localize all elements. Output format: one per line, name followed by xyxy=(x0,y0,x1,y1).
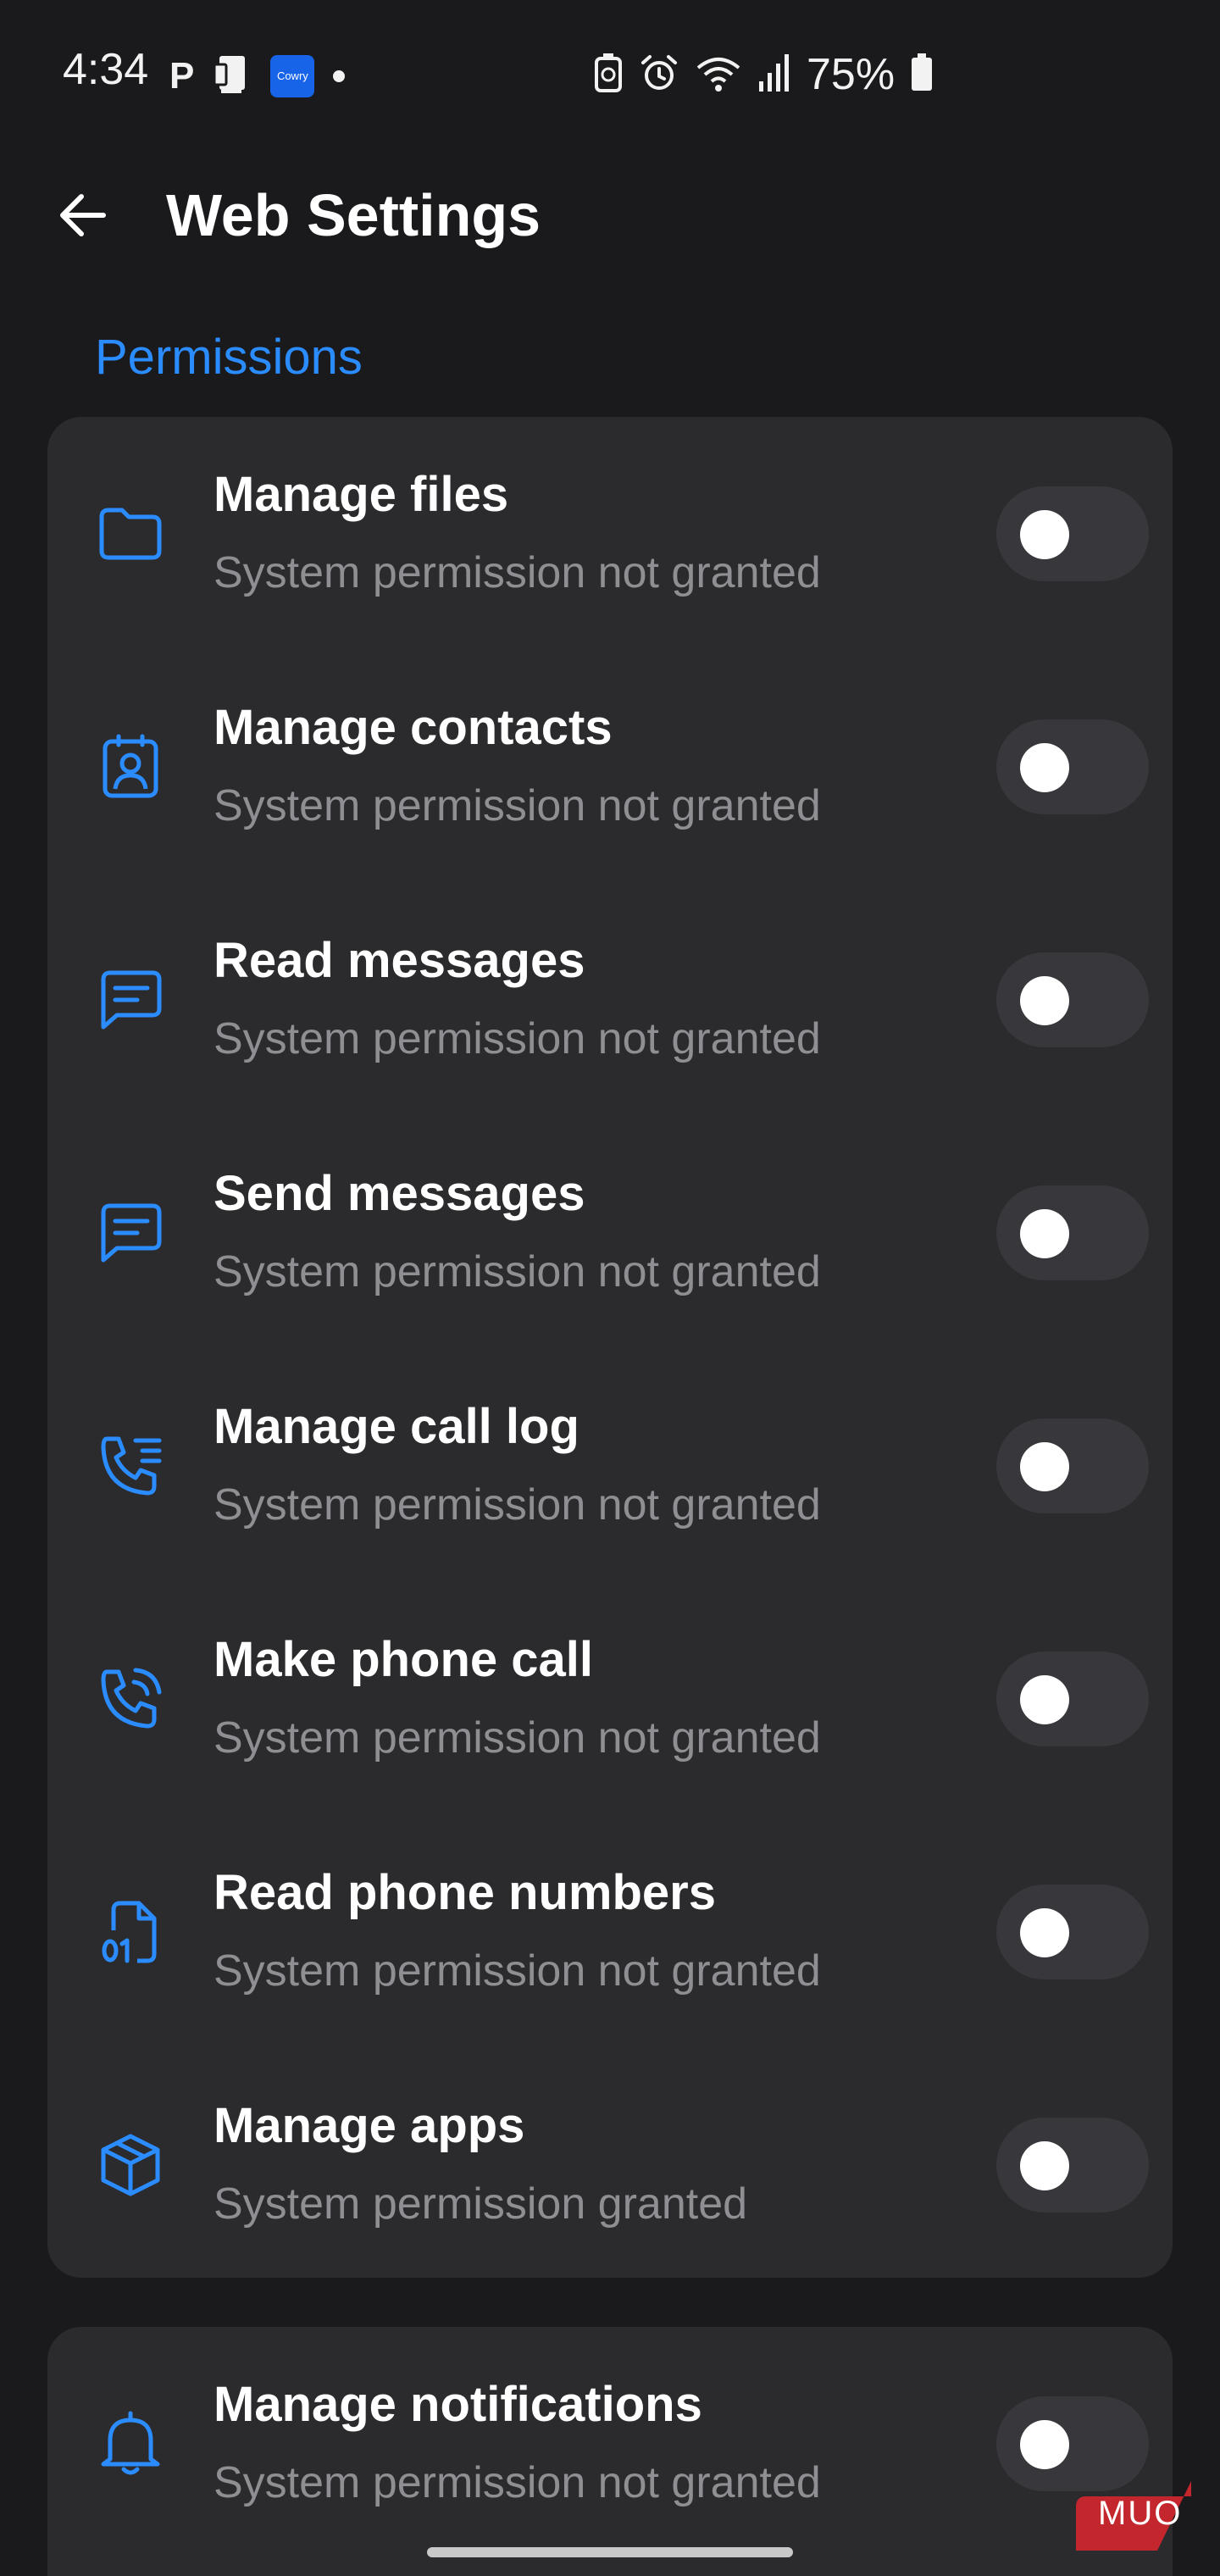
permission-row-manage-contacts[interactable]: Manage contacts System permission not gr… xyxy=(47,650,1173,883)
status-bar: 4:34 P Cowry 75% xyxy=(0,0,1220,144)
row-status: System permission granted xyxy=(214,2179,748,2229)
row-title: Manage files xyxy=(214,467,509,522)
back-button[interactable] xyxy=(47,180,119,251)
device-icon xyxy=(213,53,252,99)
toggle-knob xyxy=(1020,1675,1069,1724)
phone-list-icon xyxy=(90,1425,171,1507)
p-app-icon: P xyxy=(169,54,195,97)
status-time: 4:34 xyxy=(63,45,149,94)
folder-icon xyxy=(90,493,171,575)
battery-saver-icon xyxy=(593,52,624,98)
row-status: System permission not granted xyxy=(214,1713,821,1763)
contact-badge-icon xyxy=(90,726,171,808)
send-messages-toggle[interactable] xyxy=(996,1185,1149,1280)
row-status: System permission not granted xyxy=(214,1014,821,1063)
message-icon xyxy=(90,1192,171,1274)
make-phone-call-toggle[interactable] xyxy=(996,1652,1149,1746)
web-settings-screen: 4:34 P Cowry 75% Web Settings Permission… xyxy=(0,0,1220,2576)
bell-icon xyxy=(90,2403,171,2484)
toggle-knob xyxy=(1020,510,1069,559)
toggle-knob xyxy=(1020,1209,1069,1258)
toggle-knob xyxy=(1020,743,1069,792)
manage-apps-toggle[interactable] xyxy=(996,2118,1149,2212)
permission-row-make-phone-call[interactable]: Make phone call System permission not gr… xyxy=(47,1582,1173,1815)
manage-contacts-toggle[interactable] xyxy=(996,719,1149,814)
manage-files-toggle[interactable] xyxy=(996,486,1149,581)
toggle-knob xyxy=(1020,1908,1069,1957)
row-title: Manage contacts xyxy=(214,700,613,755)
system-icons: 75% xyxy=(593,49,934,100)
notifications-card: Manage notifications System permission n… xyxy=(47,2327,1173,2576)
package-icon xyxy=(90,2124,171,2206)
row-status: System permission not granted xyxy=(214,2458,821,2507)
toggle-knob xyxy=(1020,2141,1069,2190)
permission-row-manage-apps[interactable]: Manage apps System permission granted xyxy=(47,2048,1173,2281)
permission-row-manage-call-log[interactable]: Manage call log System permission not gr… xyxy=(47,1349,1173,1582)
page-title: Web Settings xyxy=(166,182,541,248)
toggle-knob xyxy=(1020,2420,1069,2469)
row-title: Manage apps xyxy=(214,2098,525,2153)
row-title: Read phone numbers xyxy=(214,1865,716,1920)
row-status: System permission not granted xyxy=(214,781,821,830)
wifi-icon xyxy=(695,53,742,97)
app-bar: Web Settings xyxy=(0,161,1220,271)
permission-row-manage-files[interactable]: Manage files System permission not grant… xyxy=(47,417,1173,650)
alarm-icon xyxy=(639,53,679,97)
manage-notifications-toggle[interactable] xyxy=(996,2396,1149,2491)
row-title: Read messages xyxy=(214,933,585,988)
permission-row-read-phone-numbers[interactable]: Read phone numbers System permission not… xyxy=(47,1815,1173,2048)
toggle-knob xyxy=(1020,976,1069,1025)
permission-row-read-messages[interactable]: Read messages System permission not gran… xyxy=(47,883,1173,1116)
number-file-icon xyxy=(90,1891,171,1973)
row-status: System permission not granted xyxy=(214,548,821,597)
home-indicator[interactable] xyxy=(427,2547,793,2557)
row-title: Send messages xyxy=(214,1166,585,1221)
row-status: System permission not granted xyxy=(214,1946,821,1996)
read-phone-numbers-toggle[interactable] xyxy=(996,1885,1149,1979)
battery-icon xyxy=(910,53,934,97)
row-status: System permission not granted xyxy=(214,1480,821,1530)
message-icon xyxy=(90,959,171,1041)
toggle-knob xyxy=(1020,1442,1069,1491)
row-title: Make phone call xyxy=(214,1632,594,1687)
read-messages-toggle[interactable] xyxy=(996,952,1149,1047)
permission-row-manage-notifications[interactable]: Manage notifications System permission n… xyxy=(47,2327,1173,2560)
more-notifications-dot-icon xyxy=(333,69,346,82)
permissions-card: Manage files System permission not grant… xyxy=(47,417,1173,2278)
signal-icon xyxy=(757,53,791,97)
section-title-permissions: Permissions xyxy=(95,330,363,385)
row-title: Manage call log xyxy=(214,1399,580,1454)
battery-percentage: 75% xyxy=(807,50,896,99)
cowry-app-icon: Cowry xyxy=(270,54,315,97)
row-status: System permission not granted xyxy=(214,1247,821,1296)
row-title: Manage notifications xyxy=(214,2377,702,2432)
watermark-text: MUO xyxy=(1098,2495,1183,2532)
permission-row-send-messages[interactable]: Send messages System permission not gran… xyxy=(47,1116,1173,1349)
phone-outgoing-icon xyxy=(90,1658,171,1740)
notification-icons: P Cowry xyxy=(169,53,346,99)
arrow-left-icon xyxy=(60,194,106,236)
manage-call-log-toggle[interactable] xyxy=(996,1418,1149,1513)
